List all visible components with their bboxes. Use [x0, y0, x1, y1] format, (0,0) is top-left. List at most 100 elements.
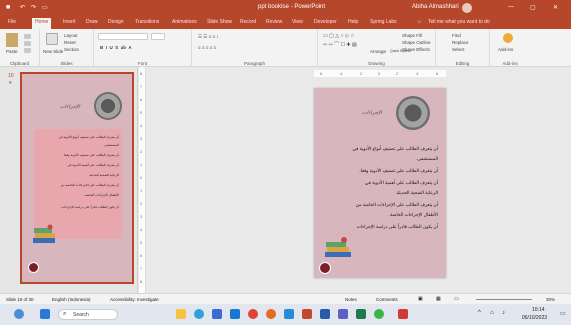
tray-chevron-icon[interactable]: ^	[478, 310, 481, 316]
copy-icon[interactable]	[24, 41, 31, 46]
powerpoint-icon[interactable]	[302, 309, 312, 319]
network-icon[interactable]: ⌂	[490, 310, 494, 316]
tab-animations[interactable]: Animations	[172, 19, 197, 25]
volume-icon[interactable]: ♪	[502, 310, 505, 316]
tab-view[interactable]: View	[292, 19, 303, 25]
accessibility-indicator[interactable]: Accessibility: Investigate	[110, 297, 159, 302]
addins-icon[interactable]	[503, 33, 513, 43]
arrange-button[interactable]: Arrange	[370, 49, 386, 54]
clock-date[interactable]: 06/10/2023	[522, 315, 547, 321]
reset-button[interactable]: Reset	[64, 40, 76, 45]
avatar[interactable]	[462, 3, 472, 13]
paste-icon[interactable]	[6, 33, 18, 47]
slide-bullet[interactable]: الرعاية الصحية الحديثة.	[395, 190, 438, 196]
firefox-icon[interactable]	[266, 309, 276, 319]
slide-bullet[interactable]: الأطفال الإجراءات الخاصة.	[389, 212, 438, 218]
close-icon[interactable]: ✕	[553, 4, 558, 11]
tab-review[interactable]: Review	[266, 19, 282, 25]
zoom-slider[interactable]	[476, 299, 532, 300]
main-slide[interactable]: الإجراءات أن يتعرف الطالب على تصنيف أنوا…	[314, 88, 446, 278]
cut-icon[interactable]	[24, 34, 31, 39]
font-size-field[interactable]	[151, 33, 165, 40]
ruler-tick-label: 5	[140, 240, 143, 245]
new-slide-icon[interactable]	[46, 33, 58, 45]
slide-bullet[interactable]: أن يتعرف الطالب على تصنيف أنواع الأدوية …	[353, 146, 439, 152]
search-box[interactable]: ⌕ Search	[58, 309, 118, 320]
paste-label[interactable]: Paste	[6, 49, 18, 54]
slide-text-box[interactable]: أن يتعرف الطالب على تصنيف أنواع الأدوية …	[320, 138, 440, 238]
slide-bullet[interactable]: أن يتعرف الطالب على تصنيف الأدوية وفقا.	[359, 168, 438, 174]
vscode-icon[interactable]	[284, 309, 294, 319]
new-slide-label[interactable]: New Slide	[43, 49, 63, 54]
store-icon[interactable]	[212, 309, 222, 319]
slide-thumbnail[interactable]: الإجراءات أن يتعرف الطالب على تصنيف أنوا…	[20, 72, 134, 284]
font-name-field[interactable]	[98, 33, 148, 40]
teams-icon[interactable]	[338, 309, 348, 319]
section-button[interactable]: Section	[64, 47, 79, 52]
shapes-gallery[interactable]: ▭ ▢ △ ○ ◇ ☆	[323, 33, 355, 39]
ruler-tick-label: 7	[140, 84, 143, 89]
shapes-gallery-row2[interactable]: ⇨ ⇦ ⌒ ☐ ✚ ▤	[323, 41, 357, 48]
file-explorer-icon[interactable]	[176, 309, 186, 319]
normal-view-icon[interactable]: ▣	[418, 296, 423, 302]
maximize-icon[interactable]: ▢	[530, 4, 536, 11]
slide-thumbnail-pane[interactable]: 10 ★ الإجراءات أن يتعرف الطالب على تصنيف…	[0, 67, 138, 293]
word-icon[interactable]	[320, 309, 330, 319]
redo-icon[interactable]: ↷	[31, 4, 36, 11]
ruler-tick-label: 5	[140, 110, 143, 115]
comments-button[interactable]: Comments	[376, 297, 398, 302]
undo-icon[interactable]: ↶	[20, 4, 25, 11]
tab-developer[interactable]: Developer	[314, 19, 337, 25]
align-buttons[interactable]: ≡ ≡ ≡ ≡ ≡	[198, 45, 216, 50]
select-button[interactable]: Select	[452, 47, 465, 52]
slide-bullet[interactable]: المستشفى.	[416, 156, 438, 162]
slideshow-icon[interactable]: ▭	[42, 4, 48, 11]
tab-transitions[interactable]: Transitions	[135, 19, 159, 25]
font-format-buttons[interactable]: B I U S ab A	[100, 45, 132, 50]
clock-time[interactable]: 10:14	[532, 307, 545, 313]
slide-bullet[interactable]: أن يتعرف الطالب على أهمية الأدوية في	[365, 180, 438, 186]
replace-button[interactable]: Replace	[452, 40, 469, 45]
tab-spring-labs[interactable]: Spring Labs	[370, 19, 397, 25]
find-button[interactable]: Find	[452, 33, 461, 38]
slide-bullet[interactable]: أن يتعرف الطالب على الإجراءات الخاصة من	[356, 202, 438, 208]
slide-bullet[interactable]: أن يكون الطالب قادراً على دراسة الإجراءا…	[357, 224, 438, 230]
excel-icon[interactable]	[356, 309, 366, 319]
addins-button[interactable]: Add-ins	[498, 47, 513, 52]
mail-icon[interactable]	[230, 309, 240, 319]
edge-icon[interactable]	[194, 309, 204, 319]
slide-title[interactable]: الإجراءات	[362, 110, 382, 116]
tray-app-icon[interactable]	[398, 309, 408, 319]
group-drawing: ▭ ▢ △ ○ ◇ ☆ ⇨ ⇦ ⌒ ☐ ✚ ▤ Arrange Quick St…	[318, 29, 436, 67]
windows-icon[interactable]	[40, 309, 50, 319]
ruler-tick-label: 4	[140, 123, 143, 128]
whatsapp-icon[interactable]	[374, 309, 384, 319]
tab-home[interactable]: Home	[32, 18, 52, 29]
layout-button[interactable]: Layout	[64, 33, 78, 38]
format-painter-icon[interactable]	[24, 48, 31, 53]
tab-help[interactable]: Help	[348, 19, 358, 25]
shape-outline-button[interactable]: Shape Outline	[402, 40, 431, 45]
shape-effects-button[interactable]: Shape Effects	[402, 47, 430, 52]
shape-fill-button[interactable]: Shape Fill	[402, 33, 422, 38]
slide-sorter-icon[interactable]: ▦	[436, 296, 441, 302]
tab-file[interactable]: File	[8, 19, 16, 25]
save-icon[interactable]: ■	[6, 4, 10, 11]
language-indicator[interactable]: English (Indonesia)	[52, 297, 91, 302]
weather-icon[interactable]	[14, 309, 24, 319]
reading-view-icon[interactable]: ▭	[454, 296, 459, 302]
slide-info: Slide 10 of 30	[6, 297, 34, 302]
list-buttons[interactable]: ☰ ☰ ≡ ≡ ↕	[198, 34, 219, 40]
tab-draw[interactable]: Draw	[86, 19, 98, 25]
tab-record[interactable]: Record	[240, 19, 256, 25]
chrome-icon[interactable]	[248, 309, 258, 319]
tab-slideshow[interactable]: Slide Show	[207, 19, 232, 25]
tab-design[interactable]: Design	[108, 19, 124, 25]
user-name[interactable]: Abiha Almashhari	[412, 4, 459, 10]
tab-insert[interactable]: Insert	[63, 19, 76, 25]
minimize-icon[interactable]: —	[508, 4, 514, 10]
notification-icon[interactable]: ▭	[560, 310, 566, 317]
notes-button[interactable]: Notes	[345, 297, 357, 302]
zoom-level[interactable]: 30%	[546, 297, 555, 302]
tell-me-search[interactable]: Tell me what you want to do	[428, 19, 490, 25]
